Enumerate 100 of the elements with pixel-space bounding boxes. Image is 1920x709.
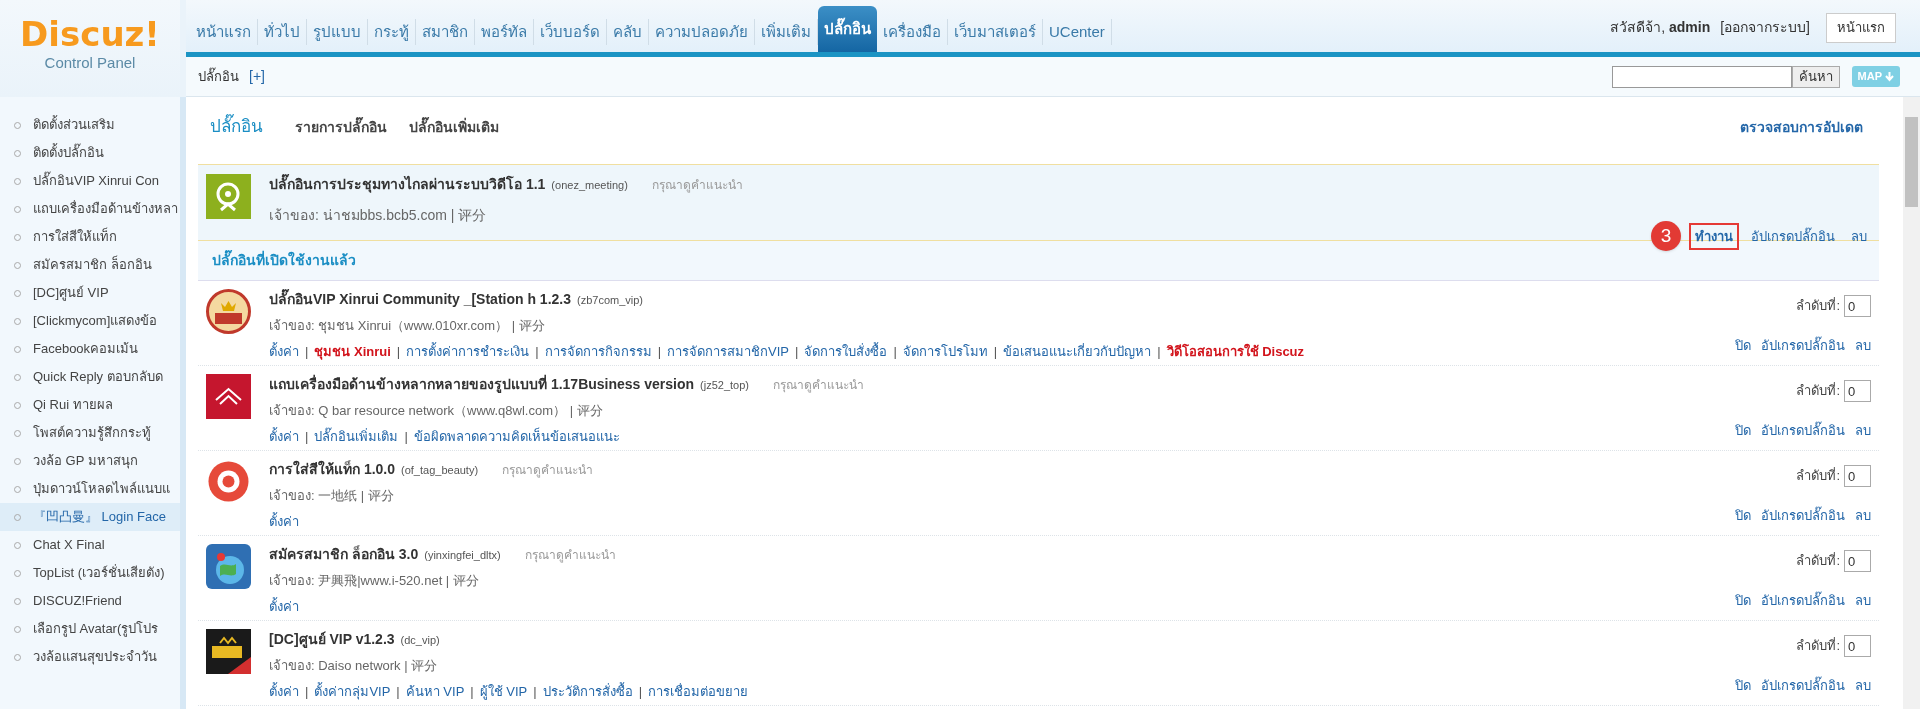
plugin-link[interactable]: การตั้งค่าการชำระเงิน <box>406 341 530 361</box>
sidebar-item[interactable]: Chat X Final <box>0 531 180 559</box>
nav-tab[interactable]: เครื่องมือ <box>877 19 948 45</box>
plugin-link[interactable]: การจัดการสมาชิกVIP <box>667 341 789 361</box>
plugin-link[interactable]: ข้อเสนอแนะเกี่ยวกับปัญหา <box>1003 341 1152 361</box>
plugin-link[interactable]: ประวัติการสั่งซื้อ <box>542 681 633 701</box>
plugin-link[interactable]: ข้อผิดพลาดความคิดเห็นข้อเสนอแนะ <box>413 426 620 446</box>
plugin-link[interactable]: ตั้งค่า <box>269 596 299 616</box>
sidebar-item[interactable]: DISCUZ!Friend <box>0 587 180 615</box>
plugin-link[interactable]: วิดีโอสอนการใช้ Discuz <box>1166 341 1305 361</box>
nav-tab[interactable]: คลับ <box>607 19 649 45</box>
sidebar-item[interactable]: 『凹凸曼』 Login Face <box>0 503 180 531</box>
action-link[interactable]: อัปเกรดปลั๊กอิน <box>1761 420 1845 440</box>
plugin-link[interactable]: ผู้ใช้ VIP <box>479 681 528 701</box>
plugin-id: (jz52_top) <box>700 378 749 393</box>
sidebar-item[interactable]: ปุ่มดาวน์โหลดไพล์แนบแ <box>0 475 180 503</box>
vip-badge-icon <box>206 289 251 334</box>
page-tab[interactable]: รายการปลั๊กอิน <box>295 116 387 138</box>
home-button[interactable]: หน้าแรก <box>1826 13 1896 43</box>
sidebar-item[interactable]: สมัครสมาชิก ล็อกอิน <box>0 251 180 279</box>
plugin-link[interactable]: ปลั๊กอินเพิ่มเติม <box>314 426 399 446</box>
sidebar-item[interactable]: Facebookคอมเม้น <box>0 335 180 363</box>
action-link[interactable]: ปิด <box>1735 420 1751 440</box>
plugin-link[interactable]: การจัดการกิจกรรม <box>544 341 652 361</box>
plugin-link[interactable]: ค้นหา VIP <box>405 681 465 701</box>
plugin-link[interactable]: ชุมชน Xinrui <box>314 341 391 361</box>
order-field[interactable]: 0 <box>1844 465 1871 487</box>
sidebar-item[interactable]: [DC]ศูนย์ VIP <box>0 279 180 307</box>
ring-icon <box>206 459 251 504</box>
plugin-id: (of_tag_beauty) <box>401 463 479 478</box>
sidebar-item[interactable]: โพสต์ความรู้สึกกระทู้ <box>0 419 180 447</box>
nav-tab[interactable]: พอร์ทัล <box>475 19 534 45</box>
action-link[interactable]: อัปเกรดปลั๊กอิน <box>1761 590 1845 610</box>
sidebar-item[interactable]: ติดตั้งปลั๊กอิน <box>0 139 180 167</box>
sidebar-item[interactable]: วงล้อแสนสุขประจำวัน <box>0 643 180 671</box>
plugin-title: ปลั๊กอินVIP Xinrui Community _[Station h 1.2.3 <box>269 289 571 309</box>
nav-tab[interactable]: สมาชิก <box>416 19 475 45</box>
sidebar-item[interactable]: TopList (เวอร์ชั่นเสียตัง) <box>0 559 180 587</box>
action-link[interactable]: ปิด <box>1735 335 1751 355</box>
sidebar-item[interactable]: Qi Rui ทายผล <box>0 391 180 419</box>
separator-text: | <box>893 342 897 361</box>
action-link[interactable]: ปิด <box>1735 505 1751 525</box>
plugin-link[interactable]: จัดการใบสั่งซื้อ <box>804 341 888 361</box>
nav-tab[interactable]: UCenter <box>1043 19 1112 45</box>
sidebar-item[interactable]: [Clickmycom]แสดงข้อ <box>0 307 180 335</box>
owner-text: เจ้าของ: ชุมชน Xinrui（www.010xr.com） | 评分 <box>269 317 546 336</box>
plugin-title: สมัครสมาชิก ล็อกอิน 3.0 <box>269 544 419 564</box>
order-field[interactable]: 0 <box>1844 550 1871 572</box>
add-link[interactable]: [+] <box>249 66 265 87</box>
plugin-link[interactable]: ตั้งค่า <box>269 681 299 701</box>
action-link[interactable]: ลบ <box>1855 590 1871 610</box>
nav-tab[interactable]: ทั่วไป <box>258 19 307 45</box>
plugin-link[interactable]: ตั้งค่า <box>269 426 299 446</box>
sidebar-item[interactable]: แถบเครื่องมือด้านข้างหลา <box>0 195 180 223</box>
order-label: ลำดับที่: <box>1796 296 1840 316</box>
plugin-link[interactable]: การเชื่อมต่อขยาย <box>648 681 749 701</box>
action-link[interactable]: ปิด <box>1735 675 1751 695</box>
plugin-link[interactable]: ตั้งค่ากลุ่มVIP <box>314 681 391 701</box>
nav-tab[interactable]: กระทู้ <box>368 19 416 45</box>
sidebar-item[interactable]: Quick Reply ตอบกลับด <box>0 363 180 391</box>
plugin-title: ปลั๊กอินการประชุมทางไกลผ่านระบบวิดีโอ 1.1 <box>269 174 546 195</box>
action-link[interactable]: ลบ <box>1855 420 1871 440</box>
search-field[interactable] <box>1611 65 1792 88</box>
nav-tab[interactable]: ปลั๊กอิน <box>818 6 877 52</box>
nav-tab[interactable]: เว็บมาสเตอร์ <box>948 19 1043 45</box>
logout-link[interactable]: [ออกจากระบบ] <box>1720 13 1810 38</box>
action-link[interactable]: ลบ <box>1855 335 1871 355</box>
logo-title: Discuz! <box>20 16 160 52</box>
sidebar-item[interactable]: ติดตั้งส่วนเสริม <box>0 111 180 139</box>
scrollbar[interactable] <box>1903 97 1920 709</box>
nav-tab[interactable]: เว็บบอร์ด <box>534 19 607 45</box>
nav-tab[interactable]: รูปแบบ <box>307 19 368 45</box>
plugin-link[interactable]: ตั้งค่า <box>269 511 299 531</box>
action-link[interactable]: ลบ <box>1855 505 1871 525</box>
sidebar-item[interactable]: ปลั๊กอินVIP Xinrui Con <box>0 167 180 195</box>
separator-text: | <box>396 682 400 701</box>
action-link[interactable]: อัปเกรดปลั๊กอิน <box>1761 675 1845 695</box>
action-link[interactable]: อัปเกรดปลั๊กอิน <box>1761 505 1845 525</box>
check-updates-link[interactable]: ตรวจสอบการอัปเดต <box>1740 116 1863 138</box>
action-link[interactable]: อัปเกรดปลั๊กอิน <box>1761 335 1845 355</box>
plugin-id: (dc_vip) <box>400 633 440 648</box>
plugin-link[interactable]: ตั้งค่า <box>269 341 299 361</box>
action-link[interactable]: ทำงาน <box>1689 222 1739 250</box>
action-link[interactable]: ลบ <box>1855 675 1871 695</box>
step-badge: 3 <box>1651 221 1681 252</box>
sidebar-item[interactable]: การใส่สีให้แท็ก <box>0 223 180 251</box>
sidebar-item[interactable]: วงล้อ GP มหาสนุก <box>0 447 180 475</box>
sidebar-item[interactable]: เลือกรูป Avatar(รูปโปร <box>0 615 180 643</box>
order-field[interactable]: 0 <box>1844 635 1871 657</box>
order-field[interactable]: 0 <box>1844 295 1871 317</box>
chevron-tile-icon <box>206 374 251 419</box>
search-button[interactable]: ค้นหา <box>1791 65 1840 88</box>
page-tab[interactable]: ปลั๊กอิน <box>210 114 263 140</box>
order-field[interactable]: 0 <box>1844 380 1871 402</box>
action-link[interactable]: ปิด <box>1735 590 1751 610</box>
nav-tab[interactable]: หน้าแรก <box>190 19 258 45</box>
nav-tab[interactable]: ความปลอดภัย <box>649 19 755 45</box>
page-tab[interactable]: ปลั๊กอินเพิ่มเติม <box>409 116 499 138</box>
plugin-link[interactable]: จัดการโปรโมท <box>902 341 988 361</box>
greeting-text: สวัสดีจ้า, admin <box>1610 18 1711 37</box>
